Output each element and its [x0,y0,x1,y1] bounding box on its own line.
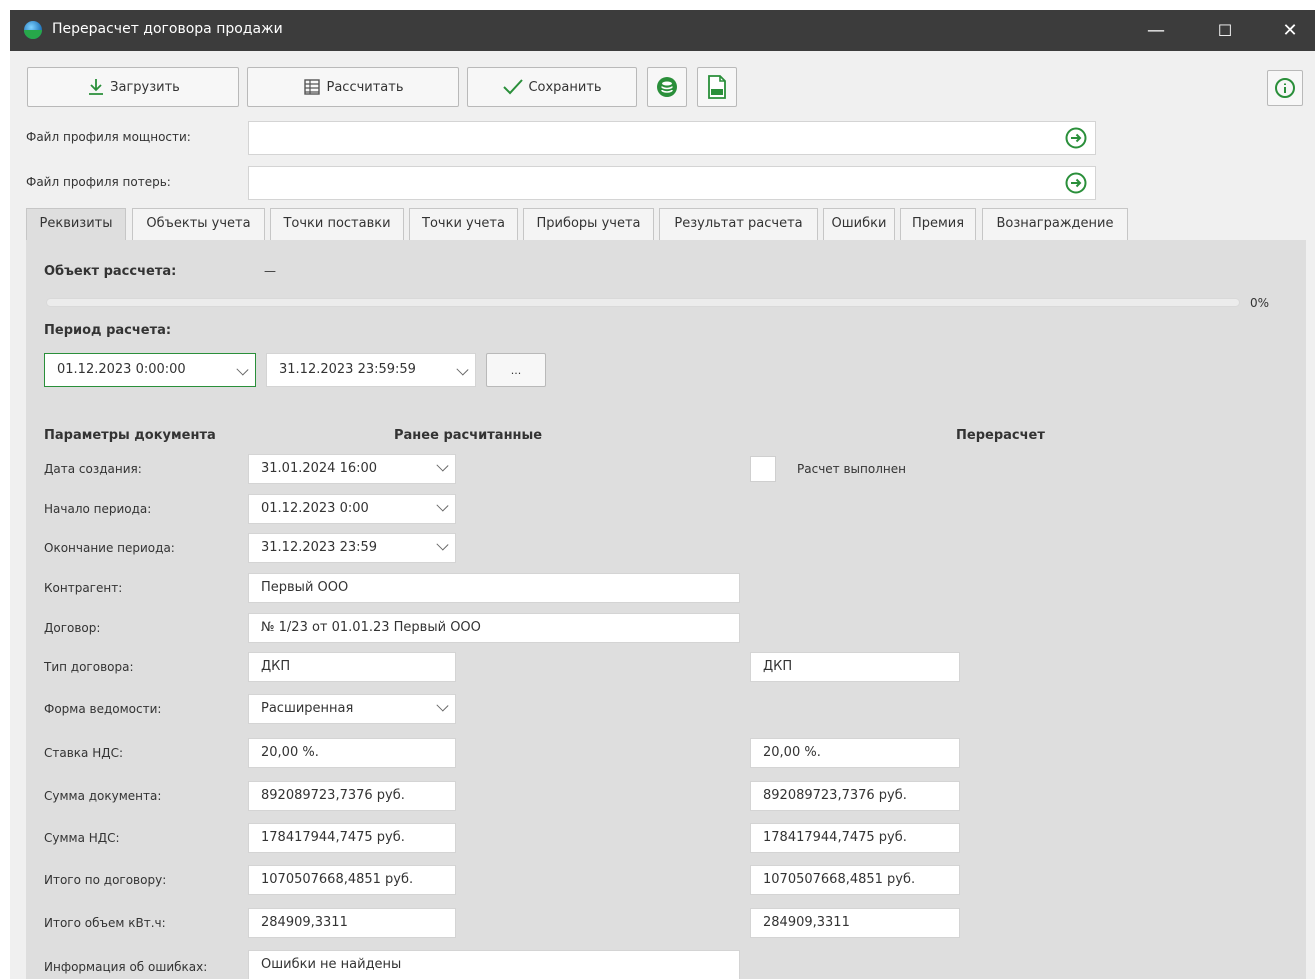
period-label: Период расчета: [44,323,172,338]
period-from-value: 01.12.2023 0:00:00 [57,362,186,377]
tab-errors[interactable]: Ошибки [823,208,895,240]
recalc-header: Перерасчет [956,428,1045,443]
vat-sum-prev-field[interactable]: 178417944,7475 руб. [248,823,456,853]
doc-sum-prev-field[interactable]: 892089723,7376 руб. [248,781,456,811]
period-to-value: 31.12.2023 23:59:59 [279,362,416,377]
chevron-down-icon [436,538,449,551]
table-icon [304,79,321,95]
recalc-done-checkbox[interactable] [750,456,776,482]
total-prev-field[interactable]: 1070507668,4851 руб. [248,865,456,895]
end-date-value: 31.12.2023 23:59 [261,540,378,555]
calc-object-label: Объект рассчета: [44,264,177,279]
counterparty-field[interactable]: Первый ООО [248,573,740,603]
vat-rate-label: Ставка НДС: [44,746,124,760]
power-profile-label: Файл профиля мощности: [26,130,191,144]
maximize-button[interactable]: ☐ [1195,10,1255,51]
doc-sum-label: Сумма документа: [44,789,162,803]
tab-bonus[interactable]: Премия [900,208,976,240]
form-label: Форма ведомости: [44,702,162,716]
total-recalc-field[interactable]: 1070507668,4851 руб. [750,865,960,895]
recalc-done-label: Расчет выполнен [797,462,906,476]
errors-info-label: Информация об ошибках: [44,960,208,974]
tab-delivery-points[interactable]: Точки поставки [270,208,404,240]
vat-rate-prev-field[interactable]: 20,00 %. [248,738,456,768]
arrow-circle-icon[interactable] [1064,126,1088,150]
save-button[interactable]: Сохранить [467,67,637,107]
load-button[interactable]: Загрузить [27,67,239,107]
period-more-button[interactable]: ... [486,353,546,387]
contract-type-recalc-field[interactable]: ДКП [750,652,960,682]
chevron-down-icon [236,363,249,376]
created-date-value: 31.01.2024 16:00 [261,461,378,476]
kwh-recalc-field[interactable]: 284909,3311 [750,908,960,938]
created-label: Дата создания: [44,462,142,476]
progress-bar [46,298,1240,307]
xls-file-icon [708,75,726,99]
start-date-picker[interactable]: 01.12.2023 0:00 [248,494,456,524]
start-label: Начало периода: [44,502,152,516]
end-date-picker[interactable]: 31.12.2023 23:59 [248,533,456,563]
period-to-picker[interactable]: 31.12.2023 23:59:59 [266,353,476,387]
form-select[interactable]: Расширенная [248,694,456,724]
chevron-down-icon [436,499,449,512]
kwh-prev-field[interactable]: 284909,3311 [248,908,456,938]
tab-requisites[interactable]: Реквизиты [26,208,126,240]
database-icon [657,77,677,97]
form-select-value: Расширенная [261,701,354,716]
counterparty-label: Контрагент: [44,581,123,595]
errors-info-field[interactable]: Ошибки не найдены [248,950,740,979]
calculate-button-label: Рассчитать [326,79,404,95]
tab-calculation-result[interactable]: Результат расчета [659,208,818,240]
created-date-picker[interactable]: 31.01.2024 16:00 [248,454,456,484]
power-profile-field[interactable] [248,121,1096,155]
window-title: Перерасчет договора продажи [52,21,283,37]
calculate-button[interactable]: Рассчитать [247,67,459,107]
kwh-label: Итого объем кВт.ч: [44,916,166,930]
save-button-label: Сохранить [528,79,602,95]
database-button[interactable] [647,67,687,107]
chevron-down-icon [456,363,469,376]
period-from-picker[interactable]: 01.12.2023 0:00:00 [44,353,256,387]
requisites-panel [26,240,1306,979]
vat-rate-recalc-field[interactable]: 20,00 %. [750,738,960,768]
loss-profile-field[interactable] [248,166,1096,200]
load-button-label: Загрузить [110,79,180,95]
previous-header: Ранее расчитанные [394,428,543,443]
tab-metering-points[interactable]: Точки учета [409,208,518,240]
tab-accounting-objects[interactable]: Объекты учета [132,208,265,240]
vat-sum-recalc-field[interactable]: 178417944,7475 руб. [750,823,960,853]
vat-sum-label: Сумма НДС: [44,831,120,845]
start-date-value: 01.12.2023 0:00 [261,501,369,516]
close-button[interactable]: ✕ [1260,10,1315,51]
contract-field[interactable]: № 1/23 от 01.01.23 Первый ООО [248,613,740,643]
info-button[interactable] [1267,70,1303,106]
globe-icon [24,21,42,39]
chevron-down-icon [436,459,449,472]
end-label: Окончание периода: [44,541,175,555]
minimize-button[interactable]: — [1126,10,1186,51]
params-header: Параметры документа [44,428,216,443]
contract-type-prev-field[interactable]: ДКП [248,652,456,682]
export-xls-button[interactable] [697,67,737,107]
total-label: Итого по договору: [44,873,167,887]
app-window: Перерасчет договора продажи — ☐ ✕ Загруз… [10,10,1315,979]
download-icon [89,79,104,95]
loss-profile-label: Файл профиля потерь: [26,175,171,189]
title-bar: Перерасчет договора продажи — ☐ ✕ [10,10,1315,51]
contract-type-label: Тип договора: [44,660,134,674]
contract-label: Договор: [44,621,101,635]
progress-percent: 0% [1250,296,1270,310]
checkmark-icon [503,79,524,95]
tab-reward[interactable]: Вознаграждение [982,208,1128,240]
arrow-circle-icon[interactable] [1064,171,1088,195]
info-icon [1275,78,1295,98]
tab-meters[interactable]: Приборы учета [523,208,654,240]
doc-sum-recalc-field[interactable]: 892089723,7376 руб. [750,781,960,811]
calc-object-value: — [264,264,276,278]
chevron-down-icon [436,699,449,712]
